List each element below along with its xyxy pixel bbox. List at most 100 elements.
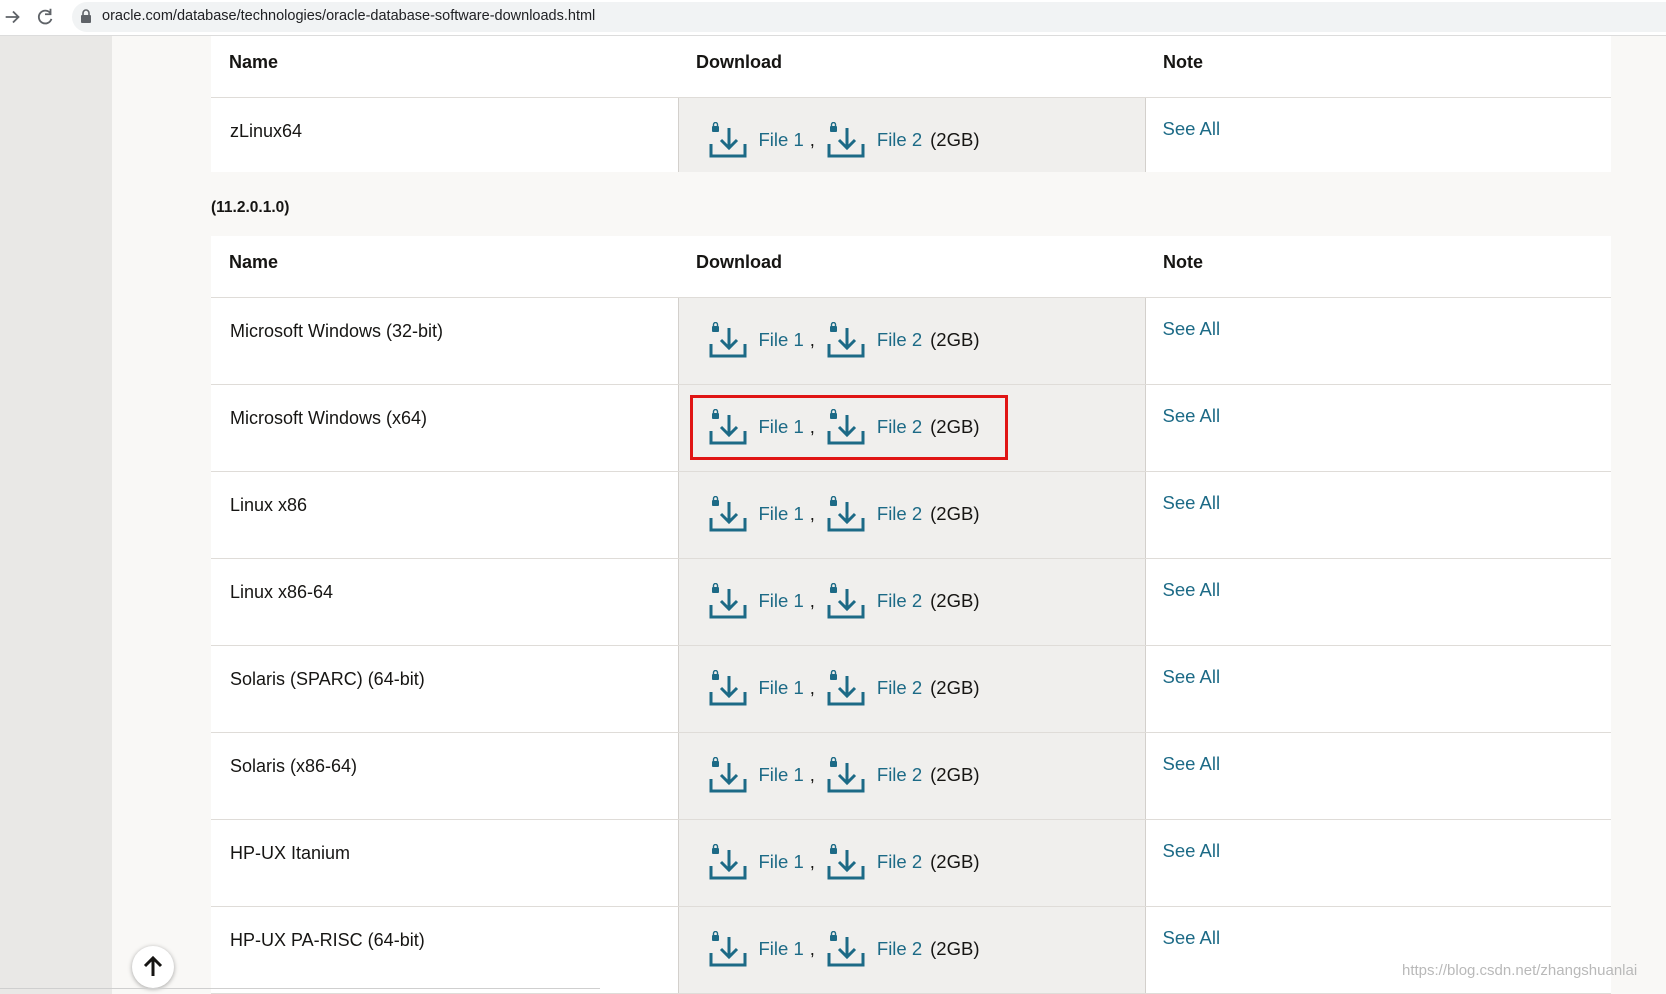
see-all-link[interactable]: See All xyxy=(1163,753,1221,774)
see-all-link[interactable]: See All xyxy=(1163,318,1221,339)
file-2-link[interactable]: File 2 xyxy=(877,851,922,873)
download-icon[interactable] xyxy=(709,495,747,532)
file-size: (2GB) xyxy=(930,502,980,524)
file-1-link[interactable]: File 1 xyxy=(759,677,804,699)
platform-name-label: HP-UX PA-RISC (64-bit) xyxy=(230,929,425,950)
download-icon[interactable] xyxy=(709,843,747,880)
download-cell: File 1 , File 2 (2GB) xyxy=(677,297,1146,385)
table-header-row: Name Download Note xyxy=(211,36,1611,98)
file-2-link[interactable]: File 2 xyxy=(877,129,922,151)
platform-name-label: Linux x86 xyxy=(230,494,308,515)
download-cell: File 1 , File 2 (2GB) xyxy=(677,645,1146,733)
download-links: File 1 , File 2 (2GB) xyxy=(709,582,980,619)
file-1-link[interactable]: File 1 xyxy=(759,329,804,351)
file-2-link[interactable]: File 2 xyxy=(877,329,922,351)
download-icon[interactable] xyxy=(827,669,865,706)
download-cell: File 1 , File 2 (2GB) xyxy=(677,97,1146,185)
platform-name: HP-UX PA-RISC (64-bit) xyxy=(211,906,678,994)
see-all-link[interactable]: See All xyxy=(1163,840,1221,861)
download-icon[interactable] xyxy=(827,582,865,619)
header-download: Download xyxy=(678,236,1145,298)
table-row: Solaris (x86-64) File 1 , File 2 (2GB) S… xyxy=(211,732,1611,820)
file-2-link[interactable]: File 2 xyxy=(877,938,922,960)
version-band xyxy=(211,172,1611,236)
table-header-row: Name Download Note xyxy=(211,236,1611,298)
see-all-link[interactable]: See All xyxy=(1163,492,1221,513)
comma-separator: , xyxy=(809,589,815,611)
download-icon[interactable] xyxy=(827,843,865,880)
file-size: (2GB) xyxy=(930,850,980,872)
file-size: (2GB) xyxy=(930,763,980,785)
header-name: Name xyxy=(211,36,678,98)
table-row: Microsoft Windows (32-bit) File 1 , File xyxy=(211,297,1611,385)
download-table-2: Name Download Note Microsoft Windows (32… xyxy=(211,236,1611,994)
file-2-link[interactable]: File 2 xyxy=(877,590,922,612)
header-note: Note xyxy=(1145,236,1611,298)
header-name: Name xyxy=(211,236,678,298)
download-links: File 1 , File 2 (2GB) xyxy=(709,669,980,706)
platform-name: Microsoft Windows (x64) xyxy=(211,384,678,472)
download-icon[interactable] xyxy=(827,930,865,967)
platform-name-label: Microsoft Windows (x64) xyxy=(230,407,428,428)
file-size: (2GB) xyxy=(930,937,980,959)
platform-name-label: Solaris (SPARC) (64-bit) xyxy=(230,668,425,689)
file-1-link[interactable]: File 1 xyxy=(759,129,804,151)
page-left-gutter xyxy=(0,36,112,994)
download-icon[interactable] xyxy=(709,582,747,619)
download-icon[interactable] xyxy=(827,321,865,358)
platform-name-label: Solaris (x86-64) xyxy=(230,755,358,776)
note-cell: See All xyxy=(1145,471,1611,559)
platform-name-label: Microsoft Windows (32-bit) xyxy=(230,320,444,341)
forward-arrow-icon[interactable] xyxy=(2,6,24,28)
see-all-link[interactable]: See All xyxy=(1163,927,1221,948)
comma-separator: , xyxy=(809,328,815,350)
file-2-link[interactable]: File 2 xyxy=(877,503,922,525)
file-1-link[interactable]: File 1 xyxy=(759,851,804,873)
download-icon[interactable] xyxy=(709,756,747,793)
file-1-link[interactable]: File 1 xyxy=(759,503,804,525)
table-row: zLinux64 File 1 , File 2 (2GB) See All xyxy=(211,97,1611,185)
note-cell: See All xyxy=(1145,645,1611,733)
comma-separator: , xyxy=(809,937,815,959)
table-row: Linux x86 File 1 , File 2 (2GB) See All xyxy=(211,471,1611,559)
platform-name-label: Linux x86-64 xyxy=(230,581,334,602)
download-cell: File 1 , File 2 (2GB) xyxy=(677,732,1146,820)
download-icon[interactable] xyxy=(709,669,747,706)
file-2-link[interactable]: File 2 xyxy=(877,677,922,699)
comma-separator: , xyxy=(809,850,815,872)
download-icon[interactable] xyxy=(827,756,865,793)
watermark-text: https://blog.csdn.net/zhangshuanlai xyxy=(1402,962,1638,979)
see-all-link[interactable]: See All xyxy=(1163,666,1221,687)
download-icon[interactable] xyxy=(709,121,747,158)
file-2-link[interactable]: File 2 xyxy=(877,764,922,786)
file-1-link[interactable]: File 1 xyxy=(759,764,804,786)
back-to-top-button[interactable] xyxy=(132,946,174,988)
file-1-link[interactable]: File 1 xyxy=(759,590,804,612)
download-cell: File 1 , File 2 (2GB) xyxy=(677,819,1146,907)
platform-name: Solaris (SPARC) (64-bit) xyxy=(211,645,678,733)
file-1-link[interactable]: File 1 xyxy=(759,938,804,960)
platform-name: Linux x86-64 xyxy=(211,558,678,646)
download-links: File 1 , File 2 (2GB) xyxy=(709,495,980,532)
download-icon[interactable] xyxy=(827,121,865,158)
file-size: (2GB) xyxy=(930,589,980,611)
platform-name: Solaris (x86-64) xyxy=(211,732,678,820)
file-size: (2GB) xyxy=(930,676,980,698)
download-cell: File 1 , File 2 (2GB) xyxy=(677,906,1146,994)
note-cell: See All xyxy=(1145,732,1611,820)
see-all-link[interactable]: See All xyxy=(1163,579,1221,600)
download-links: File 1 , File 2 (2GB) xyxy=(709,321,979,358)
download-icon[interactable] xyxy=(709,930,747,967)
see-all-link[interactable]: See All xyxy=(1163,405,1221,426)
highlight-box xyxy=(690,395,1008,460)
platform-name: Microsoft Windows (32-bit) xyxy=(211,297,678,385)
download-icon[interactable] xyxy=(709,321,747,358)
download-icon[interactable] xyxy=(827,495,865,532)
url-text[interactable]: oracle.com/database/technologies/oracle-… xyxy=(102,8,595,24)
table-row: HP-UX PA-RISC (64-bit) File 1 , File 2 (… xyxy=(211,906,1611,994)
note-cell: See All xyxy=(1145,819,1611,907)
bottom-divider xyxy=(0,988,600,989)
reload-icon[interactable] xyxy=(34,6,56,28)
download-table-1: Name Download Note zLinux64 File 1 , Fil… xyxy=(211,36,1611,185)
see-all-link[interactable]: See All xyxy=(1163,118,1221,139)
